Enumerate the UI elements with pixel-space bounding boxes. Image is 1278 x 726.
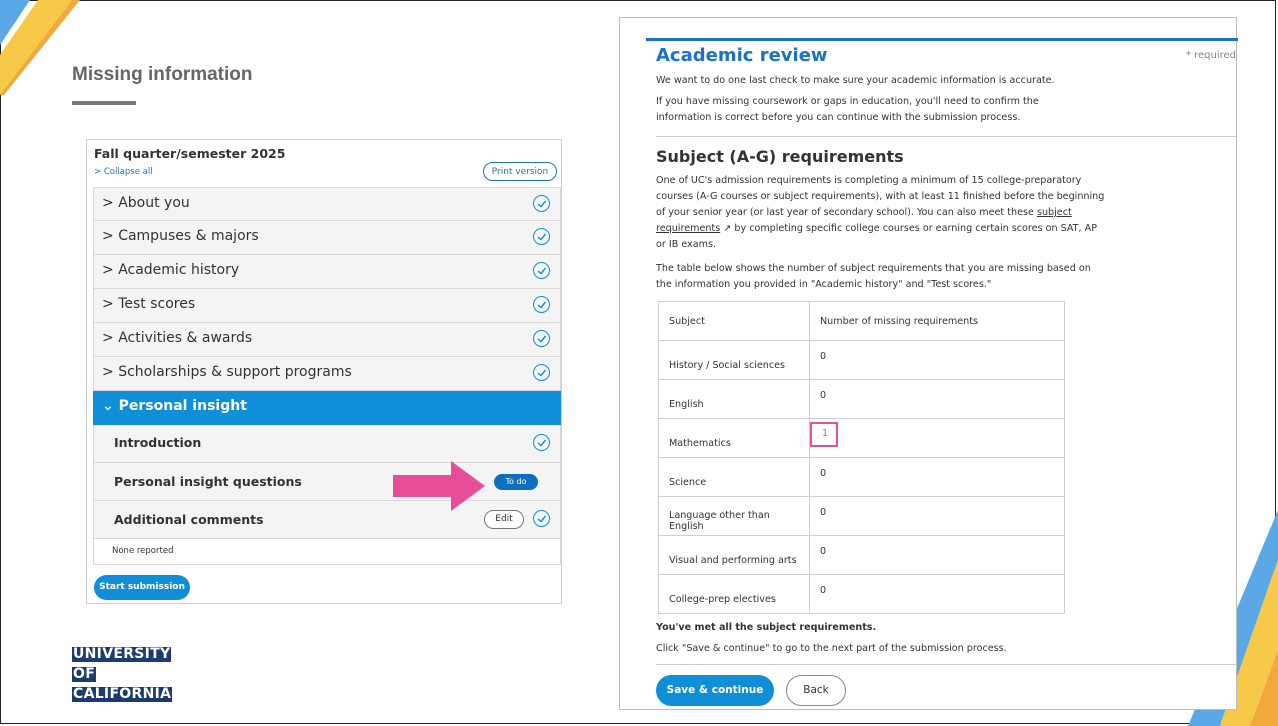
missing-count-cell: 0 <box>820 467 827 479</box>
check-circle-icon <box>533 510 550 527</box>
edit-button[interactable]: Edit <box>484 510 524 529</box>
academic-review-panel: Academic review * required We want to do… <box>619 17 1238 710</box>
application-overview-panel: Fall quarter/semester 2025 > Collapse al… <box>86 139 562 604</box>
logo-line: CALIFORNIA <box>72 686 173 702</box>
table-row: Mathematics 1 <box>658 418 1065 458</box>
table-intro-text: The table below shows the number of subj… <box>656 263 1091 290</box>
section-label: Activities & awards <box>118 330 253 346</box>
section-label: Scholarships & support programs <box>118 364 352 380</box>
section-label: Academic history <box>118 262 240 278</box>
title-underline <box>72 101 136 105</box>
header-accent-bar <box>646 38 1238 41</box>
back-button[interactable]: Back <box>786 675 846 706</box>
section-campuses-majors[interactable]: > Campuses & majors <box>93 221 561 255</box>
divider <box>656 136 1236 137</box>
table-row: English 0 <box>658 379 1065 419</box>
section-personal-insight[interactable]: ⌄ Personal insight <box>93 391 561 425</box>
check-circle-icon <box>533 434 550 451</box>
requirements-met-text: You've met all the subject requirements. <box>656 622 877 633</box>
subject-cell: College-prep electives <box>669 593 776 605</box>
requirements-paragraph: One of UC's admission requirements is co… <box>656 173 1106 253</box>
collapse-all-link[interactable]: > Collapse all <box>94 167 153 177</box>
subsection-introduction[interactable]: Introduction <box>93 425 561 463</box>
column-header: Number of missing requirements <box>809 301 1065 341</box>
section-label: About you <box>118 195 190 211</box>
subject-cell: History / Social sciences <box>669 359 786 371</box>
table-row: History / Social sciences 0 <box>658 340 1065 380</box>
slide-title: Missing information <box>72 64 253 85</box>
missing-count-cell: 0 <box>820 506 827 518</box>
subsection-personal-insight-questions[interactable]: Personal insight questions To do <box>93 463 561 501</box>
next-step-text: Click "Save & continue" to go to the nex… <box>656 643 1007 654</box>
intro-text-1: We want to do one last check to make sur… <box>656 75 1055 86</box>
table-row: Language other than English 0 <box>658 496 1065 536</box>
column-header: Subject <box>658 301 810 341</box>
academic-review-heading: Academic review <box>656 45 828 66</box>
check-circle-icon <box>533 296 550 313</box>
check-circle-icon <box>533 195 550 212</box>
section-list: > About you > Campuses & majors > Academ… <box>93 187 561 565</box>
pink-arrow-icon <box>393 461 485 511</box>
subject-cell: Mathematics <box>669 437 731 449</box>
section-label: Campuses & majors <box>118 228 259 244</box>
none-reported-text: None reported <box>112 546 174 556</box>
missing-count-cell: 0 <box>820 545 827 557</box>
collapse-all-label: Collapse all <box>103 167 153 177</box>
table-row: Visual and performing arts 0 <box>658 535 1065 575</box>
none-reported-row: None reported <box>93 539 561 565</box>
missing-count-cell: 0 <box>820 350 827 362</box>
section-label: Personal insight <box>118 398 247 414</box>
print-version-button[interactable]: Print version <box>483 162 557 181</box>
subject-cell: Visual and performing arts <box>669 554 797 566</box>
external-link-icon: ↗ <box>723 223 732 234</box>
section-label: Test scores <box>118 296 196 312</box>
subsection-additional-comments[interactable]: Additional comments Edit <box>93 501 561 539</box>
logo-line: OF <box>72 666 97 682</box>
term-title: Fall quarter/semester 2025 <box>94 146 286 161</box>
required-note: * required <box>1185 50 1236 61</box>
subject-cell: Language other than English <box>669 510 770 532</box>
subject-cell: English <box>669 398 704 410</box>
intro-text-2: If you have missing coursework or gaps i… <box>656 96 1039 123</box>
missing-count-cell: 0 <box>820 584 827 596</box>
section-activities-awards[interactable]: > Activities & awards <box>93 323 561 357</box>
missing-count-cell: 0 <box>820 389 827 401</box>
section-test-scores[interactable]: > Test scores <box>93 289 561 323</box>
highlighted-missing-count: 1 <box>810 421 839 447</box>
logo-line: UNIVERSITY <box>72 646 172 662</box>
table-row: Science 0 <box>658 457 1065 497</box>
missing-requirements-table: Subject Number of missing requirements H… <box>658 301 1065 614</box>
subject-cell: Science <box>669 476 707 488</box>
subsection-label: Additional comments <box>114 512 264 527</box>
check-circle-icon <box>533 262 550 279</box>
save-continue-button[interactable]: Save & continue <box>656 675 774 706</box>
table-header-row: Subject Number of missing requirements <box>658 301 1065 341</box>
start-submission-button[interactable]: Start submission <box>94 575 190 600</box>
chevron-down-icon: ⌄ <box>102 398 114 414</box>
check-circle-icon <box>533 228 550 245</box>
check-circle-icon <box>533 364 550 381</box>
divider <box>656 664 1236 665</box>
subject-requirements-heading: Subject (A-G) requirements <box>656 147 904 166</box>
section-academic-history[interactable]: > Academic history <box>93 255 561 289</box>
todo-button[interactable]: To do <box>494 474 538 490</box>
check-circle-icon <box>533 330 550 347</box>
section-about-you[interactable]: > About you <box>93 187 561 221</box>
subsection-label: Personal insight questions <box>114 474 302 489</box>
table-row: College-prep electives 0 <box>658 574 1065 614</box>
subsection-label: Introduction <box>114 435 202 450</box>
section-scholarships[interactable]: > Scholarships & support programs <box>93 357 561 391</box>
uc-logo: UNIVERSITY OF CALIFORNIA <box>72 643 173 703</box>
